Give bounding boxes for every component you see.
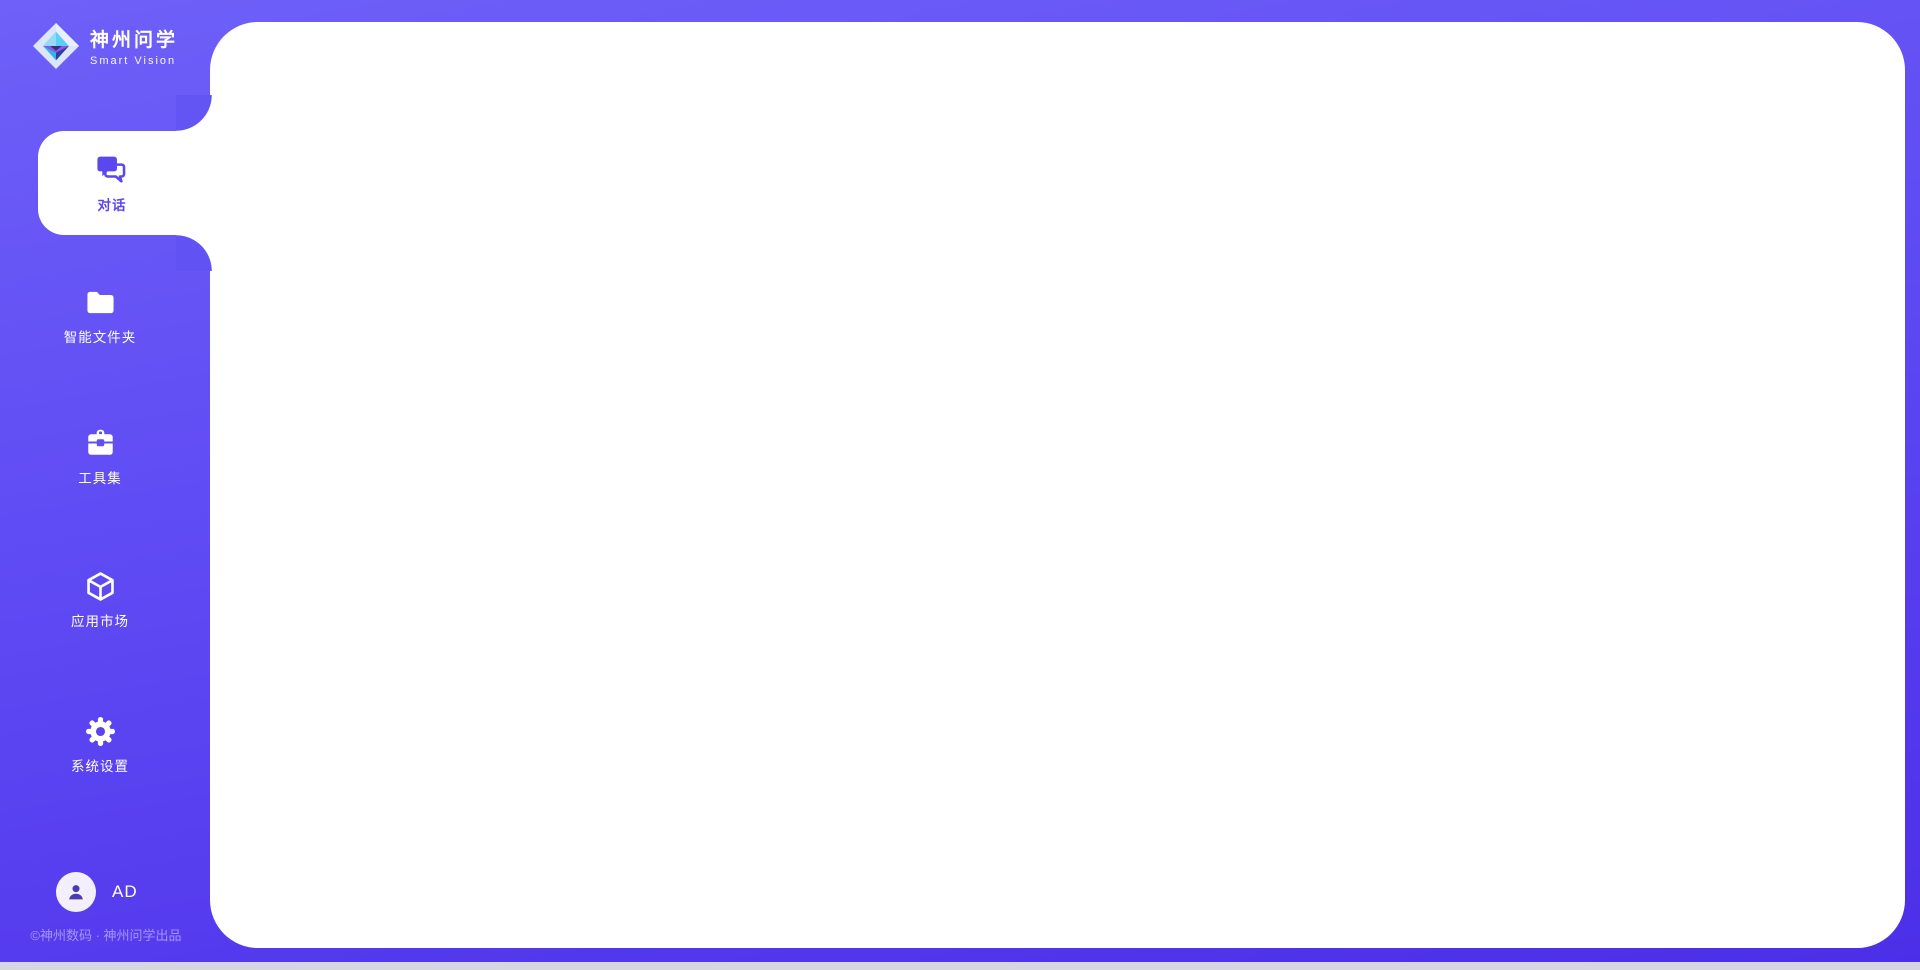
briefcase-icon: [84, 427, 117, 460]
avatar[interactable]: [56, 872, 96, 912]
main-panel: [210, 22, 1905, 948]
sidebar-item-label: 应用市场: [71, 610, 129, 630]
chat-icon: [95, 153, 129, 187]
sidebar-item-app-market[interactable]: 应用市场: [0, 570, 200, 630]
brand-name: 神州问学: [90, 25, 178, 52]
brand-logo: 神州问学 Smart Vision: [32, 22, 178, 70]
person-icon: [64, 880, 88, 904]
sidebar-item-toolset[interactable]: 工具集: [0, 427, 200, 487]
user-account[interactable]: AD: [56, 872, 138, 912]
sidebar-item-label: 系统设置: [71, 755, 129, 775]
user-name: AD: [112, 882, 138, 902]
cube-icon: [84, 570, 117, 603]
horizontal-scrollbar[interactable]: [0, 962, 1920, 970]
gear-icon: [84, 715, 117, 748]
sidebar-item-chat[interactable]: 对话: [38, 131, 212, 235]
sidebar-item-smart-folder[interactable]: 智能文件夹: [0, 286, 200, 346]
copyright-text: ©神州数码 · 神州问学出品: [0, 925, 212, 944]
sidebar-item-settings[interactable]: 系统设置: [0, 715, 200, 775]
brand-diamond-icon: [32, 22, 80, 70]
brand-tagline: Smart Vision: [90, 55, 178, 67]
sidebar-item-label: 对话: [98, 194, 127, 214]
sidebar-item-label: 工具集: [78, 467, 122, 487]
sidebar-item-label: 智能文件夹: [64, 326, 137, 346]
folder-icon: [84, 286, 117, 319]
